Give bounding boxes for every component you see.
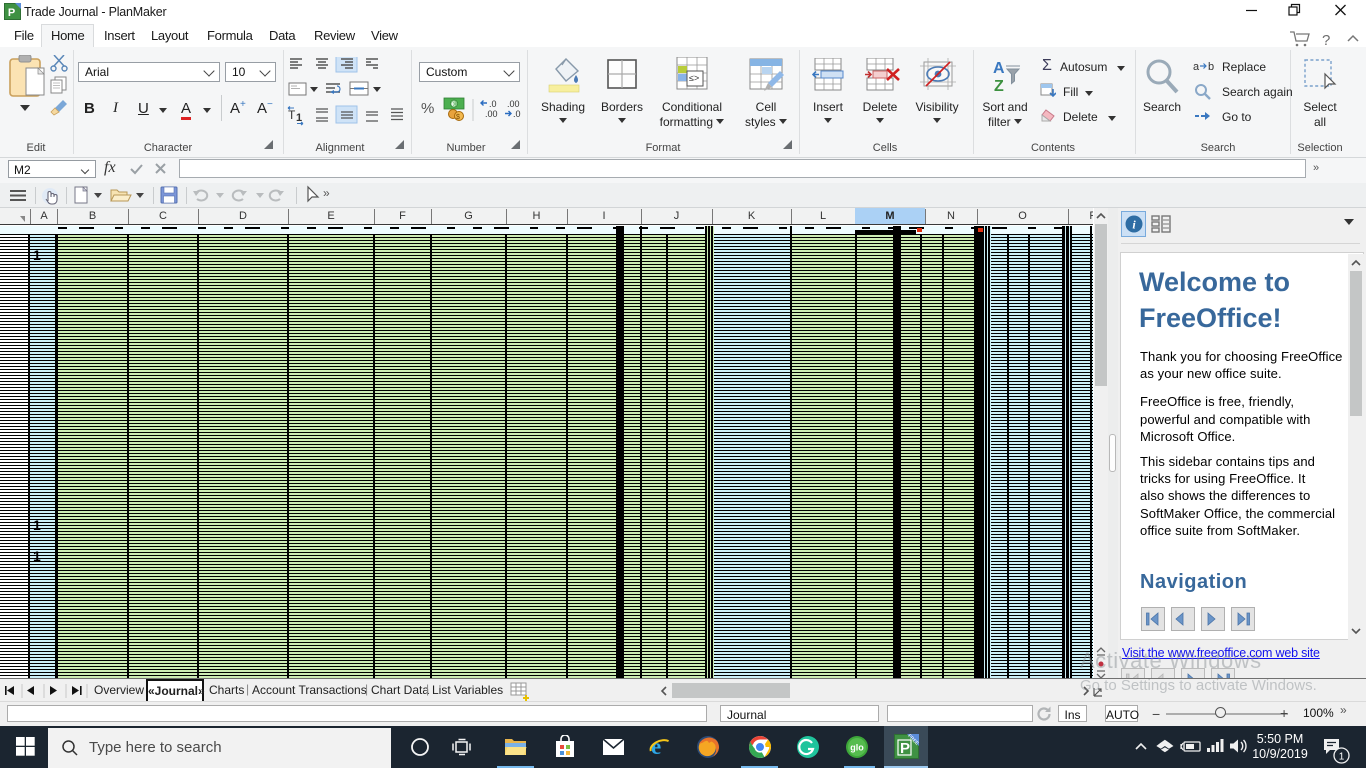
svg-text:b: b	[1208, 61, 1214, 73]
svg-text:≤>: ≤>	[689, 73, 699, 83]
svg-text:e: e	[651, 735, 661, 759]
svg-text:.00: .00	[507, 99, 520, 109]
svg-text:a: a	[1193, 61, 1200, 73]
svg-text:T: T	[288, 108, 296, 122]
svg-text:P: P	[8, 7, 15, 19]
svg-text:.00: .00	[485, 109, 498, 119]
svg-text:Z: Z	[994, 78, 1004, 95]
svg-text:P: P	[900, 740, 910, 757]
svg-text:.0: .0	[513, 109, 521, 119]
svg-text:glo: glo	[850, 743, 864, 753]
svg-text:1: 1	[1339, 752, 1345, 763]
svg-text:$: $	[456, 114, 460, 121]
svg-text:A: A	[993, 60, 1005, 77]
svg-text:.0: .0	[489, 99, 497, 109]
svg-text:»: »	[323, 186, 330, 200]
